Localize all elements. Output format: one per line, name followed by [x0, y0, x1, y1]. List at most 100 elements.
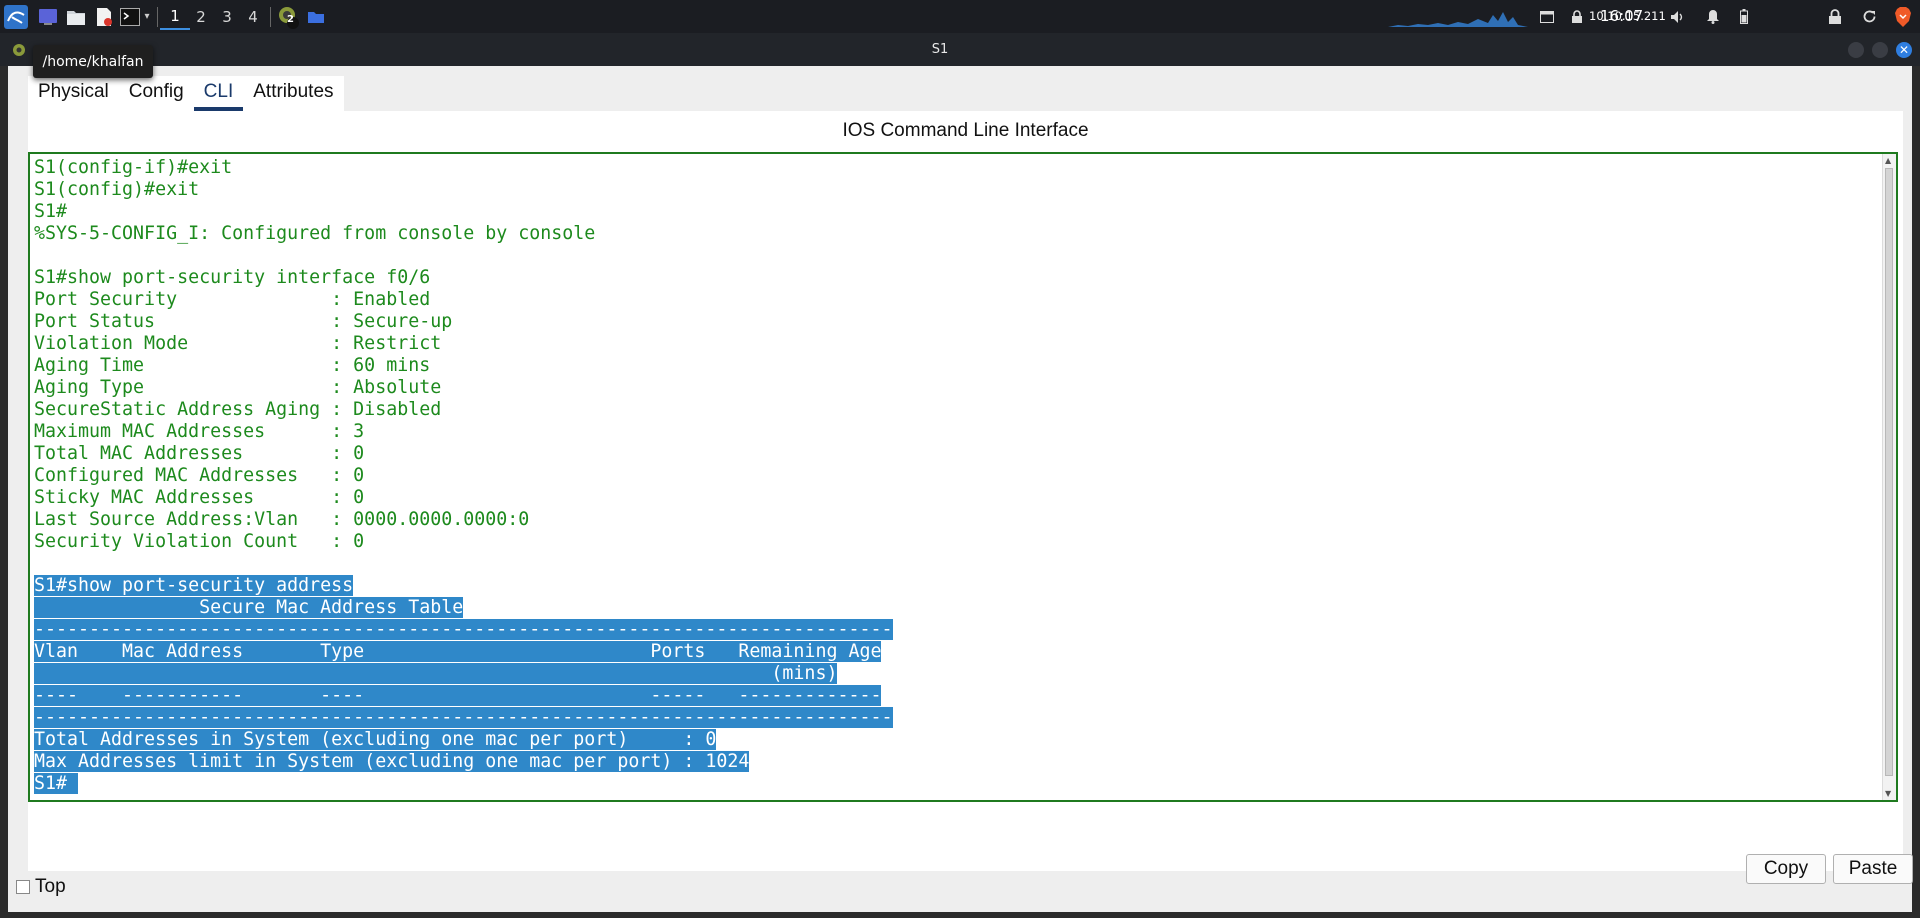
panel-separator	[270, 7, 271, 27]
workspace-4[interactable]: 4	[238, 4, 268, 30]
terminal-line: S1#show port-security interface f0/6	[34, 267, 893, 289]
terminal-icon[interactable]	[119, 0, 141, 33]
terminal-line-text: Violation Mode : Restrict	[34, 333, 442, 354]
tab-attributes[interactable]: Attributes	[243, 76, 343, 111]
terminal-line-text: Port Security : Enabled	[34, 289, 431, 310]
terminal-output: S1(config-if)#exit S1(config)#exit S1# %SYS…	[34, 157, 893, 795]
lock-icon[interactable]	[1826, 0, 1844, 33]
terminal-line: (mins)	[34, 663, 893, 685]
window-title: S1	[931, 42, 949, 57]
terminal-line: S1#show port-security address	[34, 575, 893, 597]
tab-bar: Physical Config CLI Attributes	[28, 76, 344, 111]
terminal-line: Aging Type : Absolute	[34, 377, 893, 399]
copy-button[interactable]: Copy	[1746, 854, 1826, 884]
terminal-line: Violation Mode : Restrict	[34, 333, 893, 355]
terminal-line: Vlan Mac Address Type Ports Remaining Ag…	[34, 641, 893, 663]
terminal-line-text: S1#show port-security interface f0/6	[34, 267, 431, 288]
paste-button[interactable]: Paste	[1833, 854, 1913, 884]
window-list-icon[interactable]	[1538, 0, 1556, 33]
folder-icon[interactable]	[306, 0, 326, 33]
scroll-up-icon[interactable]: ▲	[1885, 156, 1891, 165]
top-panel: ▾ 1 2 3 4 2 10.10.15.211 16:07	[0, 0, 1920, 33]
text-editor-icon[interactable]	[92, 0, 116, 33]
terminal-line-text: Configured MAC Addresses : 0	[34, 465, 365, 486]
packet-tracer-icon[interactable]: 2	[275, 0, 301, 33]
terminal-line: Port Status : Secure-up	[34, 311, 893, 333]
network-monitor-icon	[1388, 0, 1528, 33]
terminal-line: Last Source Address:Vlan : 0000.0000.000…	[34, 509, 893, 531]
top-checkbox-label: Top	[35, 876, 66, 897]
tab-cli[interactable]: CLI	[193, 76, 244, 111]
terminal-line-text: S1(config)#exit	[34, 179, 200, 200]
terminal-line: Maximum MAC Addresses : 3	[34, 421, 893, 443]
terminal-line-text: ---- ----------- ---- ----- ------------…	[34, 685, 882, 706]
terminal-line-text: %SYS-5-CONFIG_I: Configured from console…	[34, 223, 596, 244]
window-client: Physical Config CLI Attributes IOS Comma…	[8, 66, 1913, 912]
terminal-line-text: Aging Time : 60 mins	[34, 355, 431, 376]
terminal-line-text: Vlan Mac Address Type Ports Remaining Ag…	[34, 641, 882, 662]
terminal-line: Configured MAC Addresses : 0	[34, 465, 893, 487]
terminal-line-text: Port Status : Secure-up	[34, 311, 453, 332]
terminal-line: ----------------------------------------…	[34, 707, 893, 729]
terminal-scrollbar[interactable]: ▲ ▼	[1882, 154, 1896, 800]
terminal-line-text: ----------------------------------------…	[34, 619, 893, 640]
terminal-line-text: SecureStatic Address Aging : Disabled	[34, 399, 442, 420]
close-button[interactable]: ✕	[1896, 42, 1912, 58]
minimize-button[interactable]	[1848, 42, 1864, 58]
chevron-down-icon[interactable]: ▾	[141, 0, 153, 33]
terminal-line-text: Secure Mac Address Table	[34, 597, 464, 618]
terminal-line-text: Max Addresses limit in System (excluding…	[34, 751, 750, 772]
terminal-line: S1(config-if)#exit	[34, 157, 893, 179]
scroll-down-icon[interactable]: ▼	[1885, 789, 1891, 798]
terminal-line: ---- ----------- ---- ----- ------------…	[34, 685, 893, 707]
refresh-icon[interactable]	[1860, 0, 1878, 33]
top-checkbox-row[interactable]: Top	[16, 874, 66, 900]
battery-icon	[1737, 0, 1751, 33]
volume-icon[interactable]	[1668, 0, 1688, 33]
network-lock-icon[interactable]	[1568, 0, 1586, 33]
tab-config[interactable]: Config	[119, 76, 194, 111]
terminal-line: Total MAC Addresses : 0	[34, 443, 893, 465]
cli-terminal[interactable]: S1(config-if)#exit S1(config)#exit S1# %SYS…	[28, 152, 1898, 802]
terminal-line: S1#	[34, 201, 893, 223]
desktop-icon[interactable]	[36, 0, 60, 33]
maximize-button[interactable]	[1872, 42, 1888, 58]
terminal-line-text: Aging Type : Absolute	[34, 377, 442, 398]
cli-panel: IOS Command Line Interface S1(config-if)…	[28, 111, 1913, 884]
terminal-line-text: Total MAC Addresses : 0	[34, 443, 365, 464]
clock[interactable]: 16:07	[1600, 0, 1643, 33]
terminal-line-text: S1#	[34, 201, 68, 222]
bell-icon[interactable]	[1704, 0, 1722, 33]
notification-badge: 2	[287, 14, 294, 25]
terminal-line: Sticky MAC Addresses : 0	[34, 487, 893, 509]
scrollbar-thumb[interactable]	[1885, 168, 1893, 776]
tab-physical[interactable]: Physical	[28, 76, 119, 111]
terminal-line-text: ----------------------------------------…	[34, 707, 893, 728]
terminal-line: %SYS-5-CONFIG_I: Configured from console…	[34, 223, 893, 245]
terminal-line: S1#	[34, 773, 893, 795]
terminal-line: Max Addresses limit in System (excluding…	[34, 751, 893, 773]
terminal-line: ----------------------------------------…	[34, 619, 893, 641]
terminal-line: Secure Mac Address Table	[34, 597, 893, 619]
cli-heading: IOS Command Line Interface	[842, 120, 1089, 141]
tooltip: /home/khalfan	[33, 45, 153, 78]
terminal-line-text: Last Source Address:Vlan : 0000.0000.000…	[34, 509, 530, 530]
panel-separator	[157, 7, 158, 27]
terminal-line: Security Violation Count : 0	[34, 531, 893, 553]
terminal-line-text: S1(config-if)#exit	[34, 157, 233, 178]
terminal-line-text: S1#show port-security address	[34, 575, 354, 596]
terminal-line: Total Addresses in System (excluding one…	[34, 729, 893, 751]
file-manager-icon[interactable]	[64, 0, 88, 33]
terminal-line-text: Total Addresses in System (excluding one…	[34, 729, 717, 750]
brave-icon[interactable]	[1892, 0, 1914, 33]
terminal-line: S1(config)#exit	[34, 179, 893, 201]
terminal-line: Port Security : Enabled	[34, 289, 893, 311]
terminal-line: Aging Time : 60 mins	[34, 355, 893, 377]
terminal-line-text: Security Violation Count : 0	[34, 531, 365, 552]
kali-menu-icon[interactable]	[3, 0, 29, 33]
terminal-line-text: (mins)	[34, 663, 838, 684]
top-checkbox[interactable]	[16, 880, 30, 894]
window-titlebar[interactable]: S1 ✕	[0, 33, 1920, 66]
